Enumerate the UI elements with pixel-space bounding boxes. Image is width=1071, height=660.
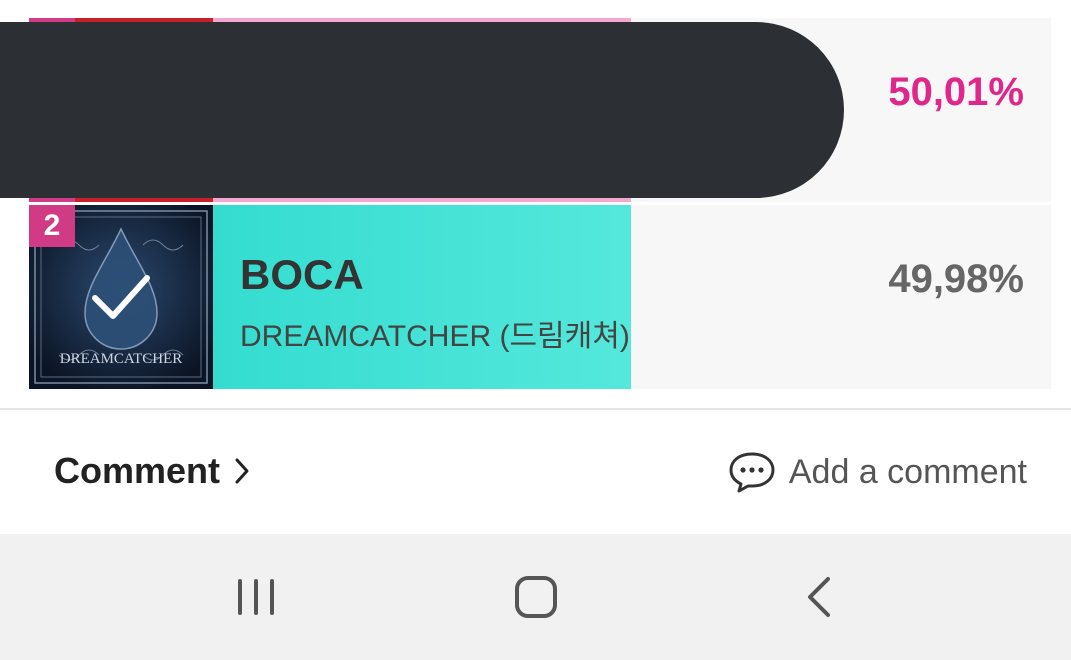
redaction-overlay	[0, 22, 844, 198]
vote-percent: 50,01%	[888, 70, 1024, 114]
speech-bubble-icon	[729, 452, 775, 493]
add-comment-button[interactable]: Add a comment	[727, 450, 1027, 494]
recent-apps-icon[interactable]	[226, 572, 286, 622]
song-artist: DREAMCATCHER (드림캐쳐)	[240, 320, 630, 353]
back-icon[interactable]	[790, 572, 850, 622]
comment-link[interactable]: Comment	[54, 450, 250, 492]
comment-section: Comment Add a comment	[0, 410, 1071, 534]
rank-badge: 2	[29, 205, 75, 247]
add-comment-label: Add a comment	[788, 452, 1027, 491]
chevron-right-icon	[235, 458, 249, 484]
poll-entry-2[interactable]: DREAMCATCHER 2 BOCA DREAMCATCHER (드림캐쳐) …	[29, 205, 1051, 389]
system-navigation-bar	[0, 534, 1071, 660]
selected-check-icon	[92, 275, 150, 319]
song-title: BOCA	[240, 251, 364, 298]
vote-percent: 49,98%	[888, 257, 1024, 301]
home-icon[interactable]	[506, 572, 566, 622]
svg-text:DREAMCATCHER: DREAMCATCHER	[60, 351, 183, 367]
comment-label: Comment	[54, 450, 221, 491]
